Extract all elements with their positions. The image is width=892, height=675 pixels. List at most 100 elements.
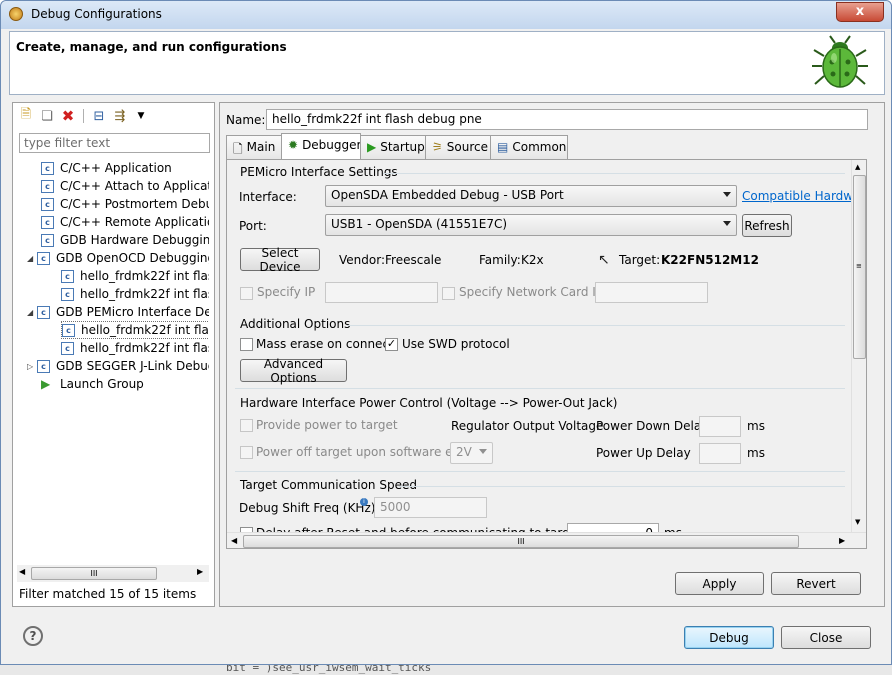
apply-button[interactable]: Apply	[675, 572, 764, 595]
family-value: K2x	[521, 253, 544, 267]
tree-item-gdb-pemicro[interactable]: ◢c GDB PEMicro Interface Debugging	[27, 303, 209, 321]
refresh-button[interactable]: Refresh	[742, 214, 792, 237]
voltage-select[interactable]: 2V	[450, 442, 493, 464]
tree-item-label: GDB SEGGER J-Link Debugging	[56, 359, 209, 373]
tab-common[interactable]: ▤ Common	[490, 135, 568, 159]
tree-item-pemicro-release[interactable]: c hello_frdmk22f int flash release pne	[61, 339, 209, 357]
duplicate-icon[interactable]: ❏	[38, 107, 56, 125]
scroll-grip-icon: ≡	[856, 262, 862, 270]
debugger-tab-icon: ✹	[288, 138, 299, 152]
tree-item-pemicro-debug-selected[interactable]: c hello_frdmk22f int flash debug pne	[61, 321, 209, 339]
specify-nic-field[interactable]	[595, 282, 708, 303]
tree-item-cpp-remote[interactable]: c C/C++ Remote Application	[41, 213, 209, 231]
tab-startup[interactable]: ▶ Startup	[360, 135, 426, 159]
power-up-delay-field[interactable]	[699, 443, 741, 464]
filter-icon[interactable]: ⇶	[111, 107, 129, 125]
tree-hscrollbar[interactable]: ◀ III ▶	[17, 565, 209, 582]
revert-button[interactable]: Revert	[771, 572, 861, 595]
collapsed-triangle-icon[interactable]: ▷	[27, 362, 37, 371]
scroll-left-icon[interactable]: ◀	[231, 536, 237, 545]
cpp-config-icon: c	[41, 161, 54, 175]
specify-nic-label: Specify Network Card IP	[459, 285, 604, 299]
port-label: Port:	[239, 219, 267, 233]
new-config-icon[interactable]: 🗎	[17, 107, 35, 125]
port-select[interactable]: USB1 - OpenSDA (41551E7C)	[325, 214, 737, 236]
power-up-delay-label: Power Up Delay	[596, 446, 691, 460]
divider	[235, 471, 845, 472]
scroll-right-icon[interactable]: ▶	[197, 567, 203, 576]
filter-status: Filter matched 15 of 15 items	[19, 587, 197, 601]
tab-debugger[interactable]: ✹ Debugger	[281, 133, 361, 160]
delete-icon[interactable]: ✖	[59, 107, 77, 125]
cpp-config-icon: c	[61, 287, 74, 301]
expanded-triangle-icon[interactable]: ◢	[27, 308, 37, 317]
content-vscrollbar[interactable]: ▲ ≡ ▼	[851, 160, 866, 532]
scroll-thumb[interactable]: ≡	[853, 175, 866, 359]
common-tab-icon: ▤	[497, 140, 509, 154]
tree-item-label: hello_frdmk22f int flash debug pne	[81, 323, 209, 337]
specify-nic-checkbox[interactable]	[442, 287, 455, 300]
background-code: bit = )see_usr_iwsem_wait_ticks	[226, 665, 432, 674]
scroll-down-icon[interactable]: ▼	[855, 518, 860, 526]
tree-item-gdb-openocd[interactable]: ◢ c GDB OpenOCD Debugging	[27, 249, 209, 267]
use-swd-label: Use SWD protocol	[402, 337, 510, 351]
help-button[interactable]: ?	[23, 626, 43, 646]
power-off-checkbox[interactable]	[240, 446, 253, 459]
main-tab-icon: 🗋	[233, 142, 243, 156]
tree-item-label: C/C++ Postmortem Debugger	[60, 197, 209, 211]
tree-item-gdb-hardware[interactable]: c GDB Hardware Debugging	[41, 231, 209, 249]
power-up-ms: ms	[747, 446, 765, 460]
shift-freq-field[interactable]: 5000	[374, 497, 487, 518]
startup-tab-icon: ▶	[367, 140, 377, 154]
power-section-title: Hardware Interface Power Control (Voltag…	[240, 396, 618, 410]
scroll-thumb[interactable]: III	[31, 567, 157, 580]
port-value: USB1 - OpenSDA (41551E7C)	[331, 217, 508, 231]
filter-menu-chevron-down-icon[interactable]: ▼	[132, 107, 150, 125]
filter-input[interactable]: type filter text	[19, 133, 210, 153]
window-close-button[interactable]: x	[836, 2, 884, 22]
family-label: Family:	[479, 253, 521, 267]
bug-icon	[812, 35, 868, 88]
collapse-all-icon[interactable]: ⊟	[90, 107, 108, 125]
advanced-options-button[interactable]: Advanced Options	[240, 357, 347, 385]
interface-select[interactable]: OpenSDA Embedded Debug - USB Port	[325, 185, 737, 207]
shift-freq-label: Debug Shift Freq (KHz)	[239, 501, 376, 515]
speed-section-title: Target Communication Speed	[240, 478, 417, 492]
debug-button[interactable]: Debug	[684, 626, 774, 649]
tree-item-launch-group[interactable]: ▶ Launch Group	[41, 375, 144, 393]
specify-ip-checkbox[interactable]	[240, 287, 253, 300]
provide-power-label: Provide power to target	[256, 418, 398, 432]
cpp-config-icon: c	[41, 215, 54, 229]
pemicro-section-title: PEMicro Interface Settings	[240, 165, 398, 179]
power-down-delay-field[interactable]	[699, 416, 741, 437]
scroll-thumb[interactable]: III	[243, 535, 799, 548]
content-hscrollbar[interactable]: ◀ III ▶	[227, 532, 866, 548]
provide-power-checkbox[interactable]	[240, 419, 253, 432]
tree-item-cpp-application[interactable]: c C/C++ Application	[41, 159, 172, 177]
tree-item-cpp-postmortem[interactable]: c C/C++ Postmortem Debugger	[41, 195, 209, 213]
tree-item-openocd-debug[interactable]: c hello_frdmk22f int flash debug	[61, 267, 209, 285]
expanded-triangle-icon[interactable]: ◢	[27, 254, 37, 263]
scroll-up-icon[interactable]: ▲	[855, 163, 860, 171]
source-tab-icon: ⚞	[432, 140, 443, 154]
scroll-right-icon[interactable]: ▶	[839, 536, 845, 545]
close-button[interactable]: Close	[781, 626, 871, 649]
mass-erase-checkbox[interactable]	[240, 338, 253, 351]
window-title: Debug Configurations	[31, 7, 162, 21]
chevron-down-icon	[479, 449, 487, 454]
tree-item-openocd-release[interactable]: c hello_frdmk22f int flash release	[61, 285, 209, 303]
tree-item-gdb-segger[interactable]: ▷c GDB SEGGER J-Link Debugging	[27, 357, 209, 375]
select-device-button[interactable]: Select Device	[240, 246, 320, 274]
compatible-hardware-link[interactable]: Compatible Hardware	[742, 189, 851, 203]
scroll-grip: III	[90, 569, 98, 578]
tab-source[interactable]: ⚞ Source	[425, 135, 491, 159]
tree-item-cpp-attach[interactable]: c C/C++ Attach to Application	[41, 177, 209, 195]
tab-main[interactable]: 🗋 Main	[226, 135, 282, 159]
specify-ip-field[interactable]	[325, 282, 438, 303]
dialog-header: Create, manage, and run configurations	[9, 31, 885, 95]
name-field[interactable]: hello_frdmk22f int flash debug pne	[266, 109, 868, 130]
tab-label: Source	[446, 140, 488, 154]
chevron-down-icon	[723, 192, 731, 197]
use-swd-checkbox[interactable]: ✓	[385, 338, 398, 351]
scroll-left-icon[interactable]: ◀	[19, 567, 25, 576]
